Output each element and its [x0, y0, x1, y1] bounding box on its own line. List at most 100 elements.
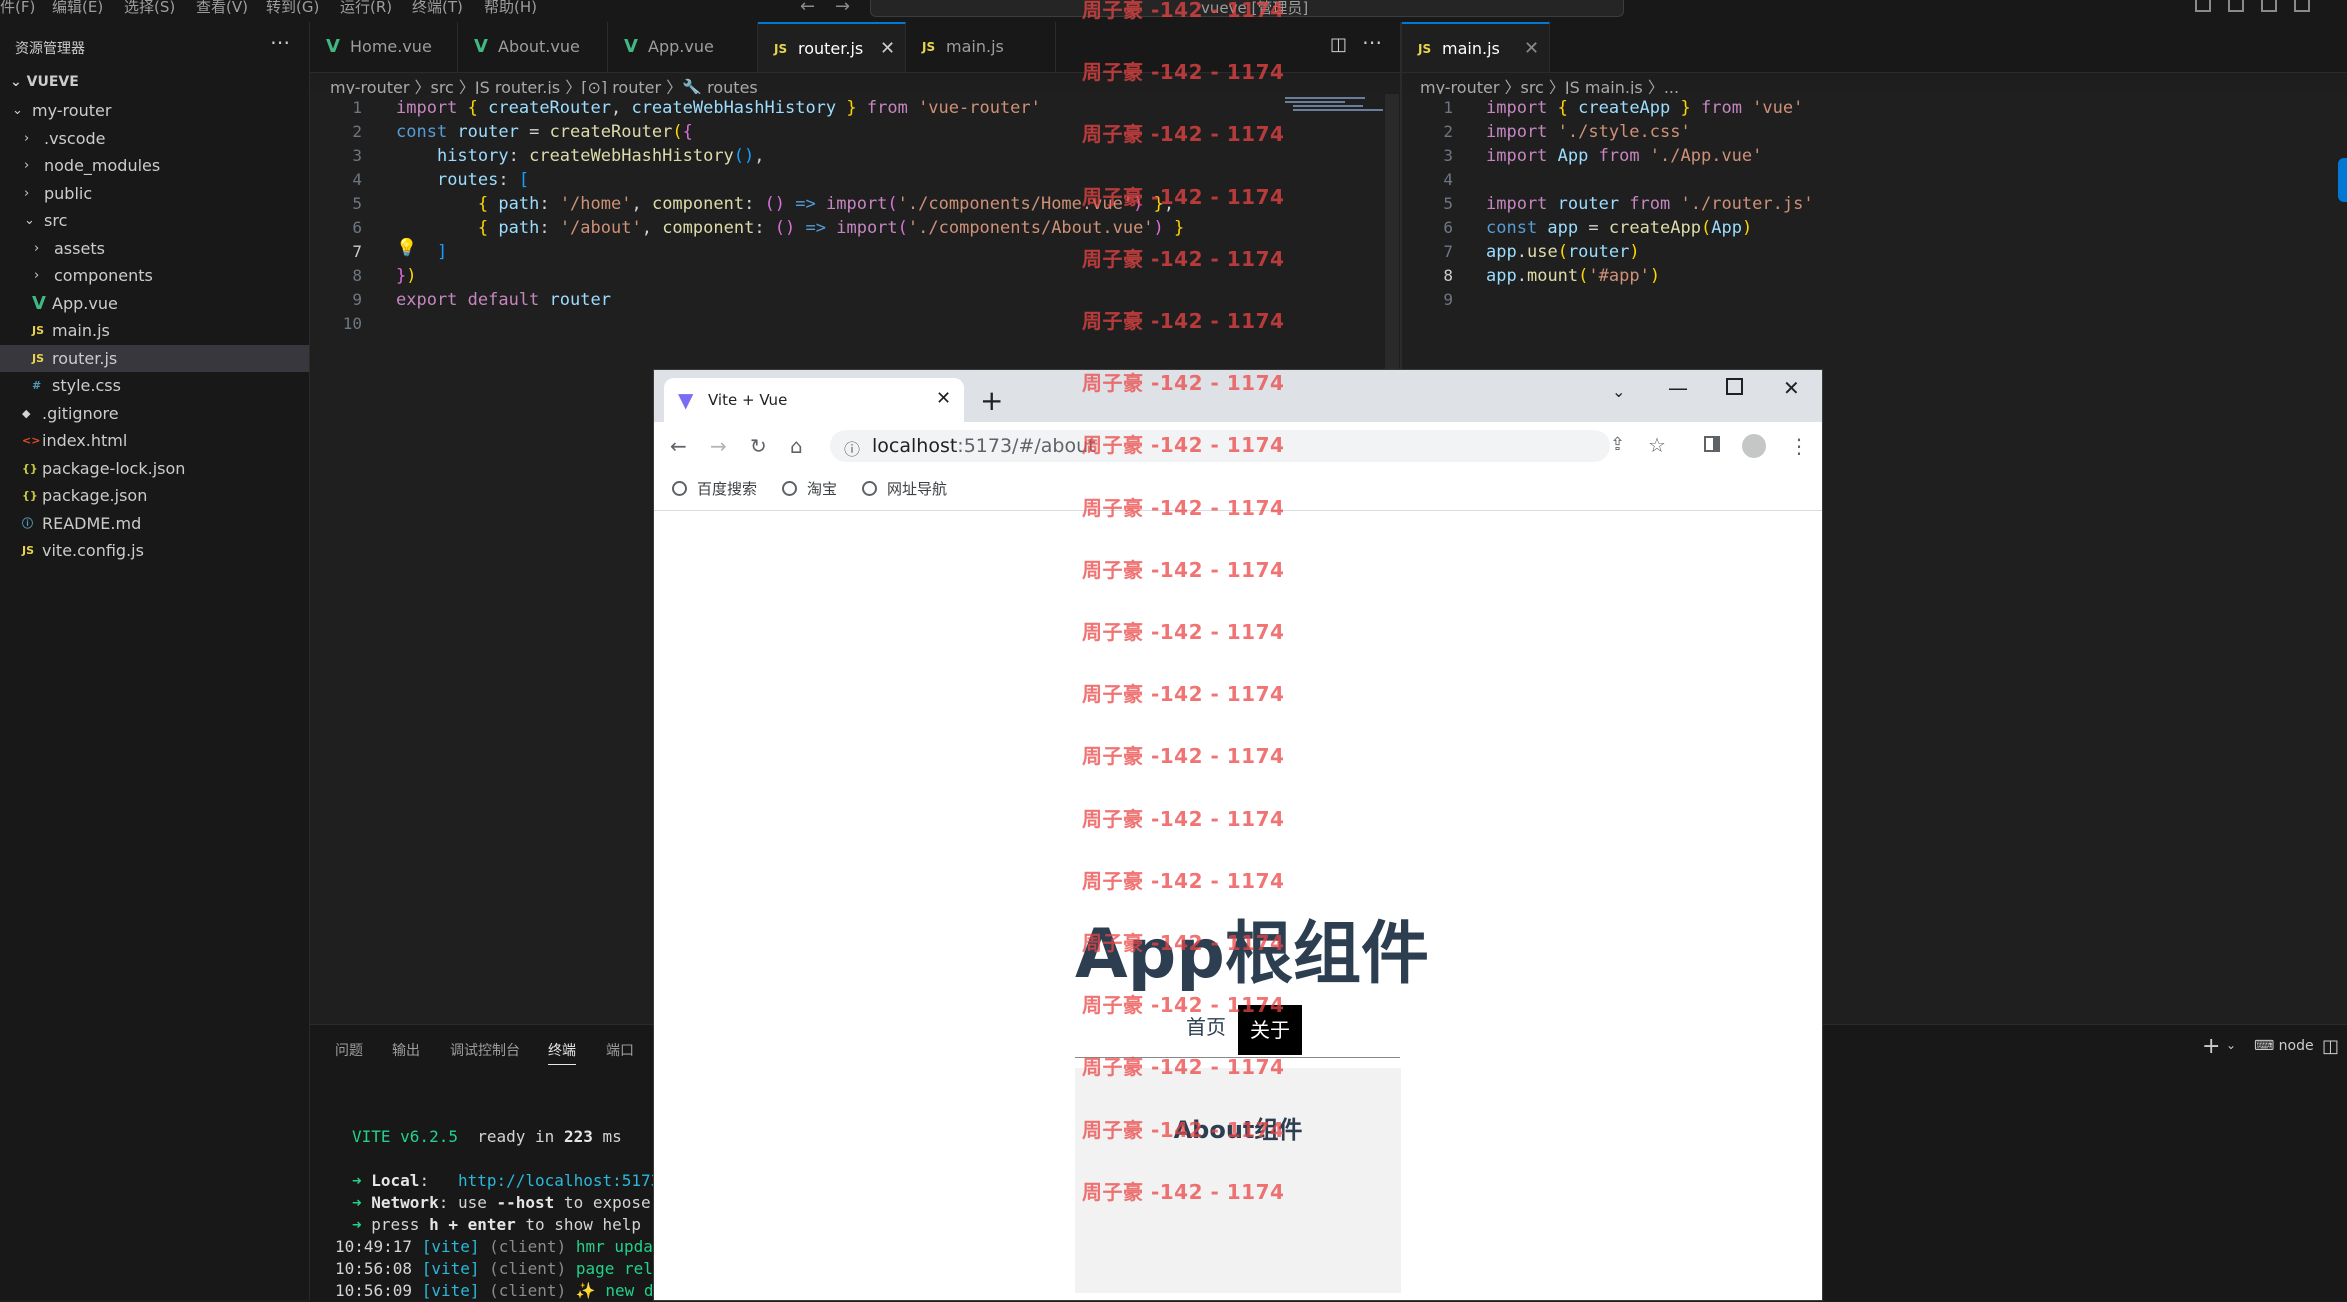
minimap[interactable]: [1285, 95, 1385, 115]
split-terminal-icon[interactable]: ◫: [2322, 1036, 2339, 1057]
forward-arrow-icon[interactable]: →: [835, 0, 850, 17]
code-token: =>: [785, 194, 826, 214]
tree-item-main-js[interactable]: JS main.js: [0, 317, 309, 344]
bookmark-item-0[interactable]: 百度搜索: [672, 478, 757, 499]
minimize-icon[interactable]: —: [1668, 376, 1688, 400]
site-info-icon[interactable]: ⓘ: [844, 436, 860, 460]
split-editor-icon[interactable]: ◫: [1330, 34, 1347, 55]
home-icon[interactable]: ⌂: [790, 436, 803, 456]
lightbulb-icon[interactable]: 💡: [396, 238, 417, 258]
tree-item-public[interactable]: › public: [0, 180, 309, 207]
file-type-icon: ⓘ: [22, 516, 33, 530]
line-number: 5: [1443, 194, 1453, 213]
toggle-panel-icon[interactable]: [2228, 0, 2244, 12]
bookmark-item-2[interactable]: 网址导航: [862, 478, 947, 499]
tab-main-js-right[interactable]: JS main.js ✕: [1402, 22, 1550, 72]
close-tab-icon[interactable]: ✕: [936, 388, 951, 409]
tree-item-package-lock-json[interactable]: {} package-lock.json: [0, 455, 309, 482]
tree-item--vscode[interactable]: › .vscode: [0, 125, 309, 152]
js-file-icon: JS: [774, 42, 788, 56]
side-panel-icon[interactable]: [1704, 436, 1720, 452]
line-number: 3: [352, 146, 362, 165]
editor-scrollbar[interactable]: [1385, 94, 1399, 369]
workspace-root[interactable]: ⌄ VUEVE: [10, 74, 79, 90]
bookmark-item-1[interactable]: 淘宝: [782, 478, 837, 499]
code-token: app: [1486, 242, 1517, 262]
tab-main-js[interactable]: JS main.js: [906, 22, 1056, 72]
tab-home-vue[interactable]: V Home.vue: [310, 22, 458, 72]
tab-app-vue[interactable]: V App.vue: [608, 22, 758, 72]
tree-item-src[interactable]: ⌄ src: [0, 207, 309, 234]
tree-item-style-css[interactable]: # style.css: [0, 372, 309, 399]
customize-layout-icon[interactable]: [2294, 0, 2310, 12]
close-window-icon[interactable]: ✕: [1783, 376, 1800, 400]
code-token: ): [1741, 218, 1753, 238]
reload-icon[interactable]: ↻: [750, 436, 767, 456]
editor-more-icon[interactable]: ⋯: [1362, 30, 1382, 54]
tree-item-app-vue[interactable]: V App.vue: [0, 290, 309, 317]
tree-item-node-modules[interactable]: › node_modules: [0, 152, 309, 179]
tree-item--gitignore[interactable]: ◆ .gitignore: [0, 400, 309, 427]
profile-avatar-icon[interactable]: [1742, 434, 1766, 458]
bookmark-star-icon[interactable]: ☆: [1648, 433, 1666, 457]
line-number: 2: [352, 122, 362, 141]
tab-search-icon[interactable]: ⌄: [1612, 382, 1625, 401]
panel-tab-2[interactable]: 调试控制台: [450, 1040, 520, 1060]
browser-tab-title: Vite + Vue: [708, 391, 788, 409]
forward-icon[interactable]: →: [710, 436, 727, 456]
menu-4[interactable]: 转到(G): [266, 0, 319, 15]
code-token: '#app': [1588, 266, 1650, 286]
watermark-text: 周子豪 -142 - 1174: [1082, 495, 1285, 520]
menu-3[interactable]: 查看(V): [196, 0, 248, 15]
browser-tab[interactable]: ▼ Vite + Vue ✕: [664, 378, 964, 422]
toggle-secondary-sidebar-icon[interactable]: [2261, 0, 2277, 12]
code-token: (: [887, 194, 898, 214]
panel-tab-4[interactable]: 端口: [606, 1040, 634, 1060]
tree-item-package-json[interactable]: {} package.json: [0, 482, 309, 509]
toggle-sidebar-icon[interactable]: [2195, 0, 2211, 12]
watermark-text: 周子豪 -142 - 1174: [1082, 433, 1285, 458]
tree-item-readme-md[interactable]: ⓘ README.md: [0, 510, 309, 537]
side-handle[interactable]: [2338, 158, 2347, 202]
share-icon[interactable]: ⇪: [1610, 434, 1625, 455]
tree-item-vite-config-js[interactable]: JS vite.config.js: [0, 537, 309, 564]
maximize-icon[interactable]: [1726, 378, 1743, 395]
tree-item-components[interactable]: › components: [0, 262, 309, 289]
close-icon[interactable]: ✕: [880, 24, 895, 74]
tree-item-index-html[interactable]: <> index.html: [0, 427, 309, 454]
menu-1[interactable]: 编辑(E): [52, 0, 103, 15]
code-token: App: [1557, 146, 1589, 166]
back-arrow-icon[interactable]: ←: [800, 0, 815, 17]
new-tab-icon[interactable]: +: [980, 384, 1003, 417]
file-type-icon: {}: [22, 461, 38, 475]
tree-item-assets[interactable]: › assets: [0, 235, 309, 262]
code-token: './App.vue': [1649, 146, 1763, 166]
terminal-profile[interactable]: ⌨ node: [2254, 1038, 2314, 1054]
panel-tab-0[interactable]: 问题: [335, 1040, 363, 1060]
code-token: '/home': [559, 194, 632, 214]
chevron-right-icon: ›: [24, 185, 30, 201]
menu-2[interactable]: 选择(S): [124, 0, 175, 15]
menu-5[interactable]: 运行(R): [340, 0, 392, 15]
new-terminal-icon[interactable]: +: [2202, 1034, 2220, 1059]
tree-item-label: node_modules: [44, 156, 161, 175]
tab-about-vue[interactable]: V About.vue: [458, 22, 608, 72]
menu-7[interactable]: 帮助(H): [484, 0, 537, 15]
panel-tab-3[interactable]: 终端: [548, 1040, 576, 1065]
back-icon[interactable]: ←: [670, 436, 687, 456]
menu-6[interactable]: 终端(T): [412, 0, 463, 15]
more-actions-icon[interactable]: ⋯: [270, 30, 290, 54]
menu-0[interactable]: 件(F): [0, 0, 35, 15]
tree-item-router-js[interactable]: JS router.js: [0, 344, 309, 372]
chevron-down-icon: ⌄: [10, 74, 27, 90]
close-icon[interactable]: ✕: [1524, 24, 1539, 74]
browser-menu-icon[interactable]: ⋮: [1789, 436, 1809, 456]
tree-item-my-router[interactable]: ⌄ my-router: [0, 97, 309, 124]
panel-tab-1[interactable]: 输出: [392, 1040, 420, 1060]
code-token: }: [1163, 218, 1185, 238]
watermark-text: 周子豪 -142 - 1174: [1082, 246, 1285, 271]
terminal-line: 10:56:08 [vite] (client) page reload: [335, 1258, 682, 1280]
chevron-down-icon[interactable]: ⌄: [2226, 1038, 2236, 1052]
tree-item-label: src: [44, 211, 68, 230]
tab-router-js[interactable]: JS router.js ✕: [758, 22, 906, 72]
